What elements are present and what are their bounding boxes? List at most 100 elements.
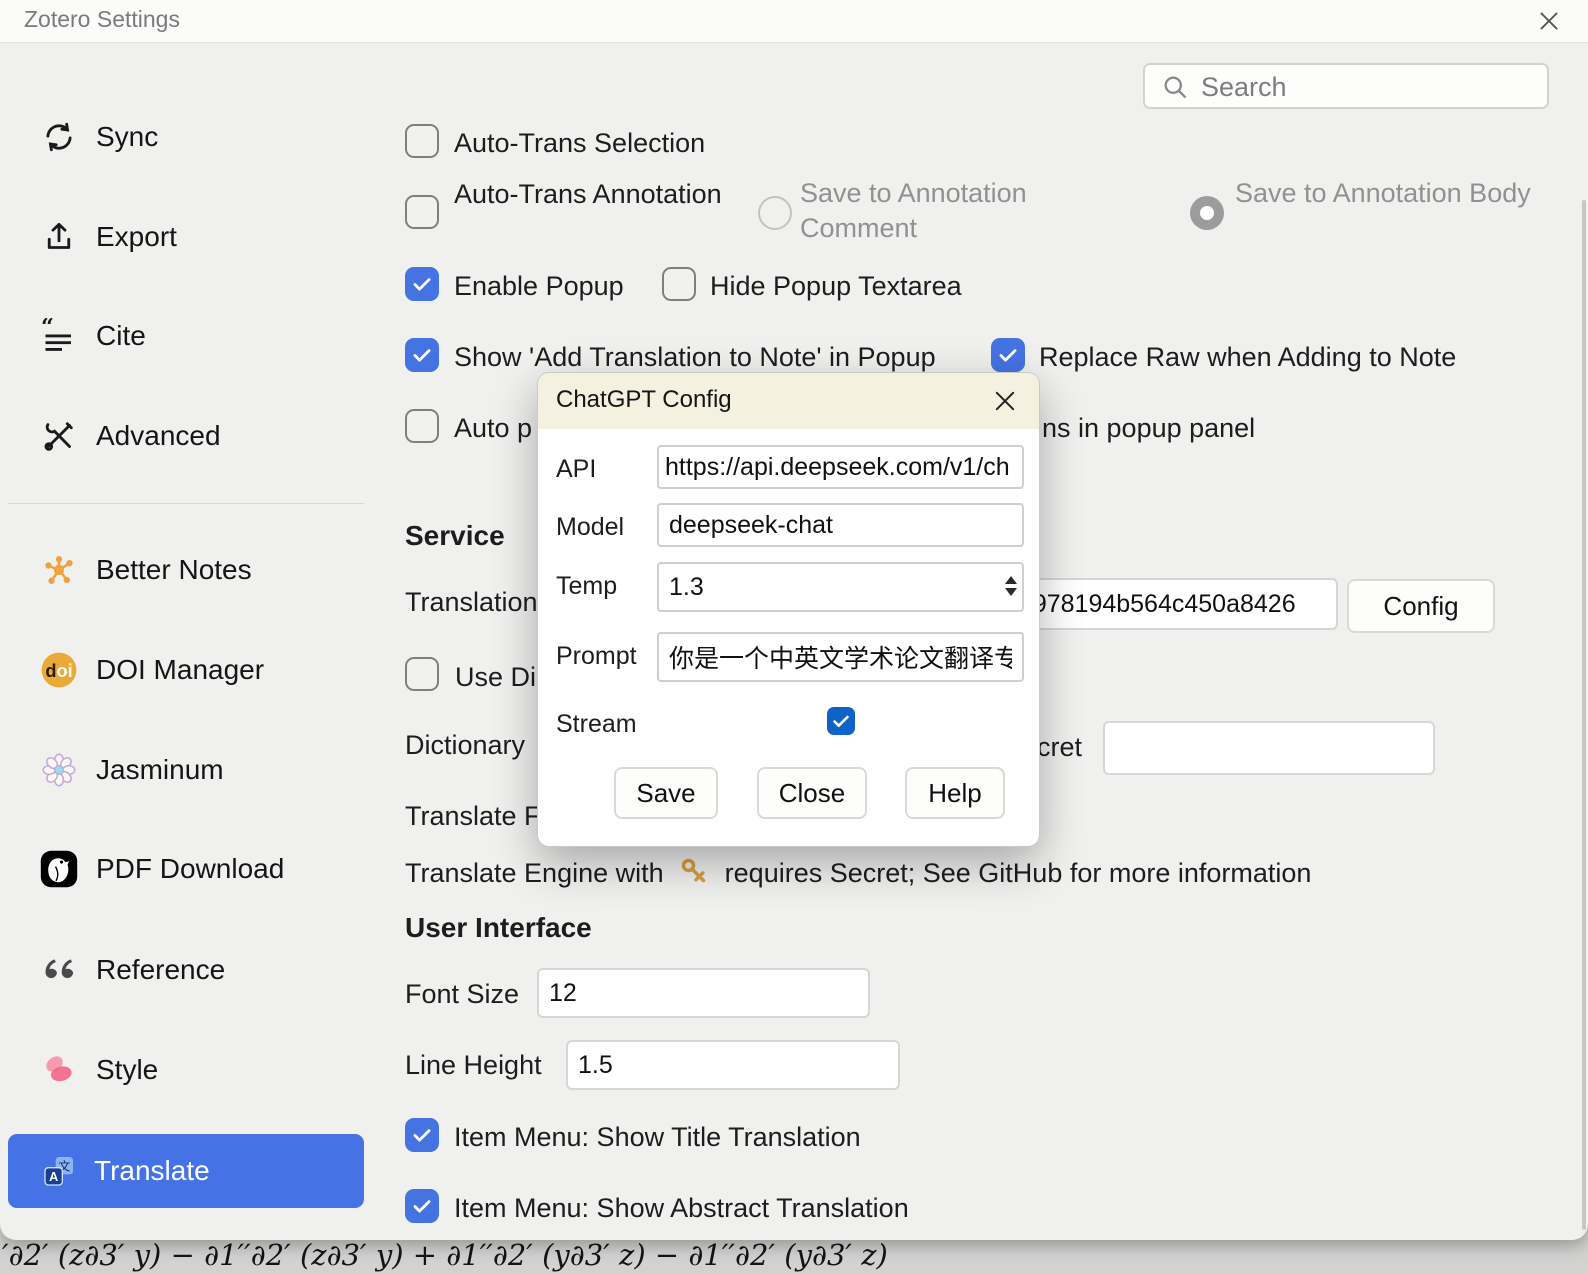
quote-icon: [40, 951, 78, 989]
sidebar-item-sync[interactable]: Sync: [40, 113, 158, 161]
scrollbar[interactable]: [1582, 200, 1586, 1230]
check-icon: [829, 709, 853, 733]
font-size-input[interactable]: [537, 968, 870, 1018]
sidebar-item-jasminum[interactable]: Jasminum: [40, 746, 224, 794]
dialog-title: ChatGPT Config: [556, 386, 732, 414]
key-icon: [679, 856, 709, 895]
sidebar-divider: [8, 503, 364, 504]
sync-icon: [40, 118, 78, 156]
sidebar-item-label: Advanced: [96, 420, 221, 452]
item-menu-title-checkbox[interactable]: [405, 1118, 439, 1152]
close-icon: [991, 387, 1019, 415]
replace-raw-label: Replace Raw when Adding to Note: [1039, 339, 1456, 375]
cite-icon: “: [40, 317, 78, 355]
prompt-label: Prompt: [556, 638, 637, 674]
show-add-translation-label: Show 'Add Translation to Note' in Popup: [454, 339, 936, 375]
window-close-button[interactable]: [1532, 5, 1566, 37]
prompt-input[interactable]: [657, 632, 1024, 682]
sidebar-item-label: Reference: [96, 954, 225, 986]
translation-secret-input[interactable]: [1000, 578, 1338, 630]
save-annotation-body-radio[interactable]: [1190, 196, 1224, 230]
help-button[interactable]: Help: [905, 767, 1005, 819]
save-annotation-comment-label: Save to Annotation Comment: [800, 176, 1100, 246]
use-dict-label-partial: Use Di: [455, 659, 536, 695]
search-icon: [1161, 73, 1189, 106]
sidebar-item-export[interactable]: Export: [40, 213, 177, 261]
petal-icon: [40, 1051, 78, 1089]
sidebar-item-better-notes[interactable]: Better Notes: [40, 546, 252, 594]
item-menu-title-label: Item Menu: Show Title Translation: [454, 1119, 861, 1155]
auto-popup-label-partial: Auto p: [454, 410, 532, 446]
translate-icon: 文 A: [40, 1152, 78, 1190]
background-formula-strip: ′∂2′ (z∂3′ y) − ∂1′′∂2′ (z∂3′ y) + ∂1′′∂…: [0, 1236, 1588, 1274]
sidebar-item-label: Cite: [96, 320, 146, 352]
close-button[interactable]: Close: [757, 767, 867, 819]
zotero-settings-app: ′∂2′ (z∂3′ y) − ∂1′′∂2′ (z∂3′ y) + ∂1′′∂…: [0, 0, 1588, 1274]
dialog-header: ChatGPT Config: [538, 373, 1039, 429]
check-icon: [409, 342, 435, 368]
dictionary-secret-input[interactable]: [1103, 721, 1435, 775]
item-menu-abstract-label: Item Menu: Show Abstract Translation: [454, 1190, 909, 1226]
line-height-input[interactable]: [566, 1040, 900, 1090]
auto-trans-annotation-checkbox[interactable]: [405, 195, 439, 229]
titlebar: Zotero Settings: [0, 0, 1588, 43]
secret-label-partial: cret: [1037, 729, 1082, 765]
model-input[interactable]: [657, 503, 1024, 547]
search-input[interactable]: [1199, 65, 1543, 109]
enable-popup-checkbox[interactable]: [405, 267, 439, 301]
dialog-close-button[interactable]: [988, 385, 1022, 417]
check-icon: [409, 271, 435, 297]
show-add-translation-checkbox[interactable]: [405, 338, 439, 372]
molecule-icon: [40, 551, 78, 589]
dictionary-label: Dictionary: [405, 727, 525, 763]
auto-popup-checkbox[interactable]: [405, 409, 439, 443]
check-icon: [995, 342, 1021, 368]
model-label: Model: [556, 509, 624, 545]
save-button[interactable]: Save: [614, 767, 718, 819]
replace-raw-checkbox[interactable]: [991, 338, 1025, 372]
check-icon: [409, 1122, 435, 1148]
sidebar-item-label: Export: [96, 221, 177, 253]
sidebar-item-cite[interactable]: “ Cite: [40, 312, 146, 360]
sidebar-item-translate-selected[interactable]: 文 A Translate: [8, 1134, 364, 1208]
sidebar-item-advanced[interactable]: Advanced: [40, 412, 221, 460]
penguin-icon: [40, 850, 78, 888]
search-box[interactable]: [1143, 63, 1549, 109]
font-size-label: Font Size: [405, 976, 519, 1012]
temp-input[interactable]: [657, 562, 1024, 612]
line-height-label: Line Height: [405, 1047, 542, 1083]
user-interface-heading: User Interface: [405, 910, 592, 946]
save-annotation-body-label: Save to Annotation Body: [1235, 176, 1535, 211]
export-icon: [40, 218, 78, 256]
temp-label: Temp: [556, 568, 617, 604]
save-annotation-comment-radio[interactable]: [758, 196, 792, 230]
stream-checkbox[interactable]: [827, 707, 855, 735]
sidebar-item-label: Better Notes: [96, 554, 252, 586]
enable-popup-label: Enable Popup: [454, 268, 624, 304]
config-button[interactable]: Config: [1347, 579, 1495, 633]
sidebar-item-label: Sync: [96, 121, 158, 153]
check-icon: [409, 1193, 435, 1219]
sidebar-item-label: Jasminum: [96, 754, 224, 786]
sidebar-item-label: PDF Download: [96, 853, 284, 885]
window-title: Zotero Settings: [24, 6, 180, 33]
item-menu-abstract-checkbox[interactable]: [405, 1189, 439, 1223]
api-input[interactable]: [657, 445, 1024, 489]
flower-icon: [40, 751, 78, 789]
sidebar-item-label: Style: [96, 1054, 158, 1086]
sidebar-item-style[interactable]: Style: [40, 1046, 158, 1094]
hide-popup-textarea-checkbox[interactable]: [662, 267, 696, 301]
engine-note-prefix: Translate Engine with: [405, 858, 664, 888]
svg-text:A: A: [49, 1170, 58, 1184]
translation-label: Translation: [405, 584, 538, 620]
engine-note-suffix: requires Secret; See GitHub for more inf…: [725, 858, 1312, 888]
sidebar-item-pdf-download[interactable]: PDF Download: [40, 845, 284, 893]
auto-trans-selection-checkbox[interactable]: [405, 124, 439, 158]
hide-popup-textarea-label: Hide Popup Textarea: [710, 268, 962, 304]
engine-note: Translate Engine with requires Secret; S…: [405, 855, 1311, 895]
sidebar-item-reference[interactable]: Reference: [40, 946, 225, 994]
sidebar-item-doi-manager[interactable]: doi DOI Manager: [40, 646, 264, 694]
auto-trans-selection-label: Auto-Trans Selection: [454, 125, 705, 161]
use-dict-checkbox[interactable]: [405, 657, 439, 691]
temp-stepper[interactable]: [1005, 576, 1019, 598]
